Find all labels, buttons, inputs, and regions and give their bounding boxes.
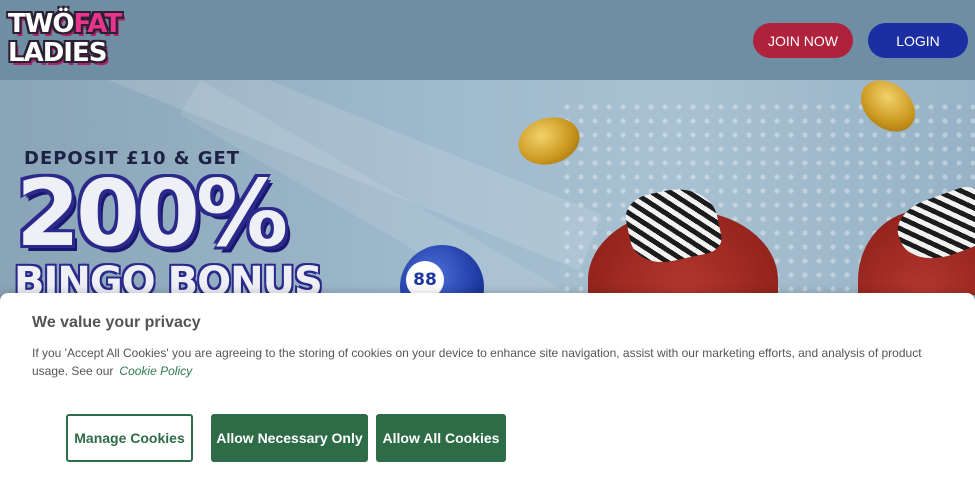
promo-bonus-text: BINGO BONUS (14, 259, 323, 295)
woman-image-right (858, 182, 975, 295)
cookie-consent-banner: We value your privacy If you 'Accept All… (0, 293, 975, 482)
promo-percentage: 200% (16, 160, 288, 267)
cookie-banner-title: We value your privacy (32, 314, 201, 331)
login-button[interactable]: LOGIN (868, 23, 968, 58)
cookie-policy-link[interactable]: Cookie Policy (119, 364, 192, 378)
logo-word-fat: FAT (73, 9, 123, 39)
allow-all-cookies-button[interactable]: Allow All Cookies (376, 414, 506, 462)
promo-banner[interactable]: DEPOSIT £10 & GET 200% BINGO BONUS 88 (0, 80, 975, 295)
logo-line-1: TWÖFAT (8, 10, 142, 39)
allow-necessary-only-button[interactable]: Allow Necessary Only (211, 414, 368, 462)
site-logo[interactable]: TWÖFAT LADIES (8, 10, 142, 72)
logo-word-two: TWÖ (8, 9, 75, 39)
bingo-ball-number: 88 (406, 261, 444, 295)
site-header: TWÖFAT LADIES JOIN NOW LOGIN (0, 0, 975, 80)
manage-cookies-button[interactable]: Manage Cookies (66, 414, 193, 462)
woman-image-left (588, 181, 778, 295)
logo-line-2: LADIES (8, 38, 107, 68)
cookie-banner-text: If you 'Accept All Cookies' you are agre… (32, 344, 942, 380)
join-now-button[interactable]: JOIN NOW (753, 23, 853, 58)
